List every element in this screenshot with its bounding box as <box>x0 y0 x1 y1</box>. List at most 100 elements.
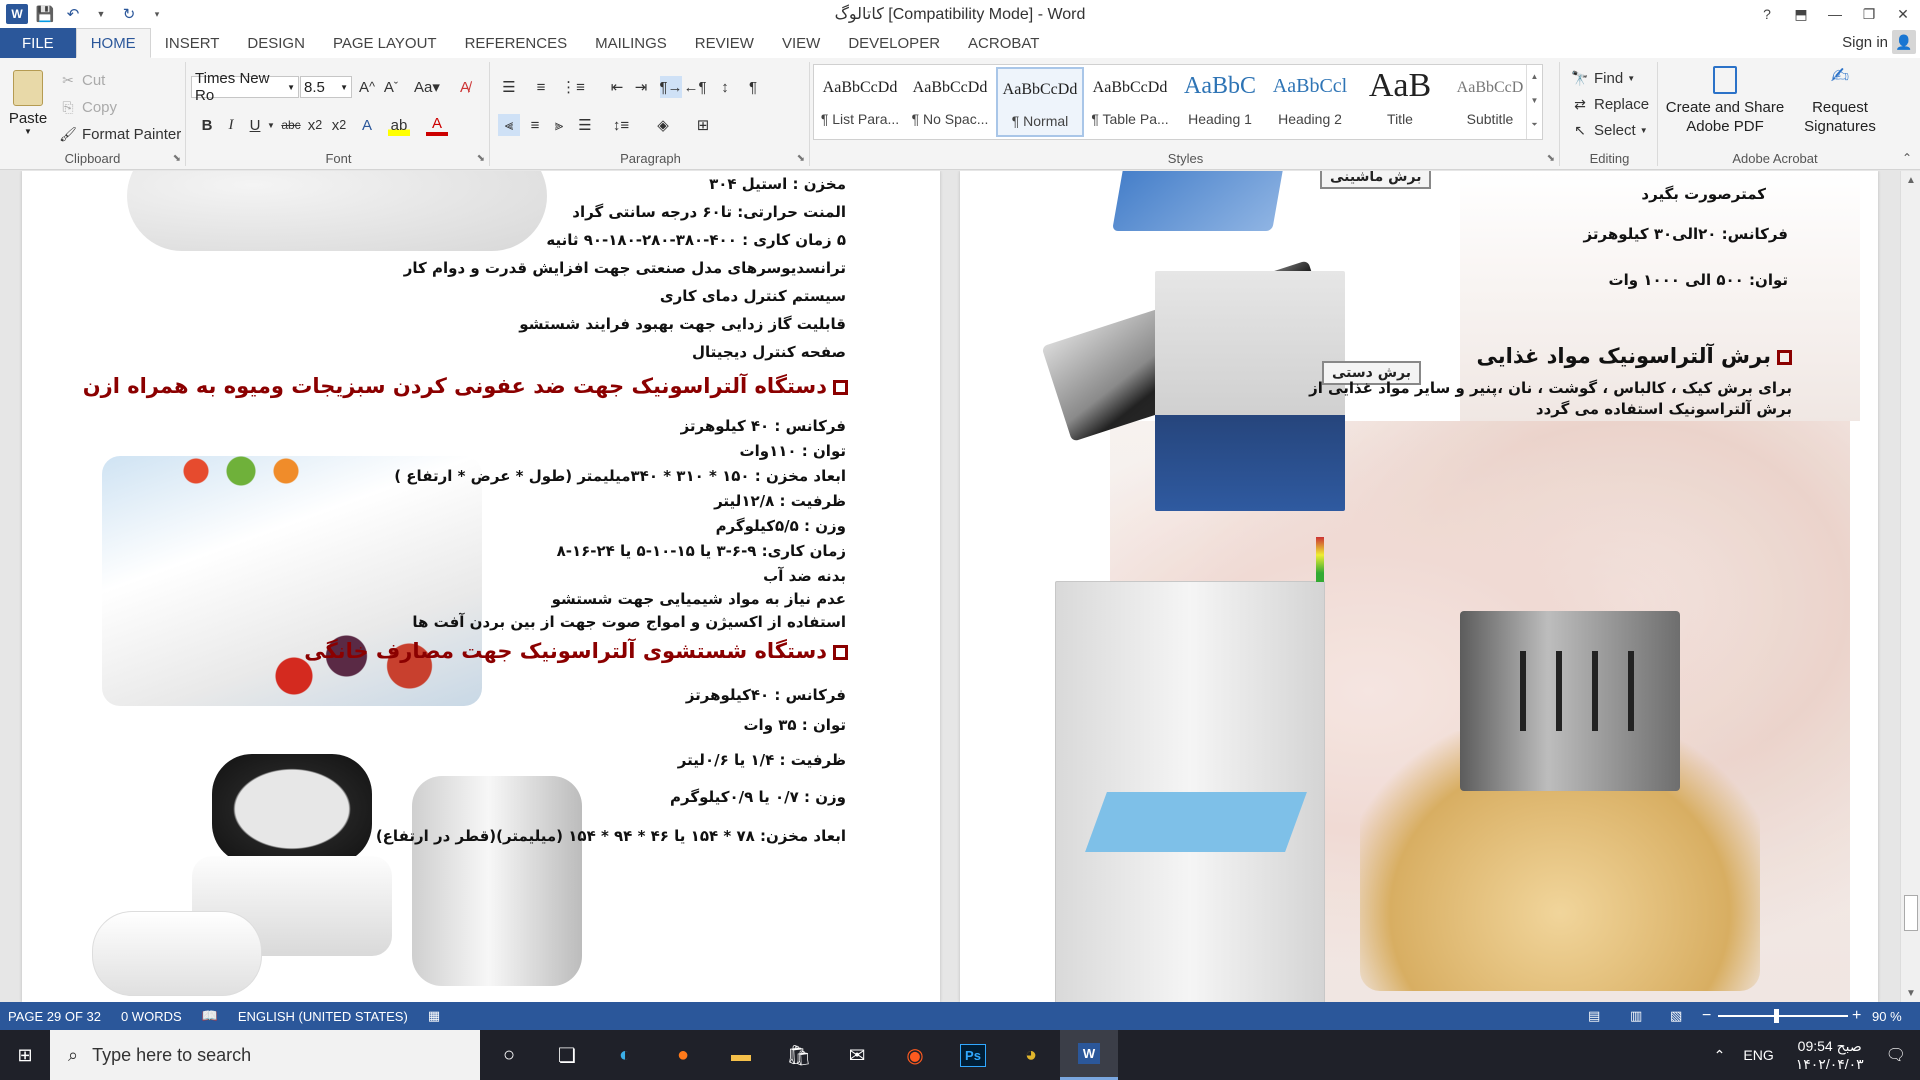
zoom-slider[interactable] <box>1718 1015 1848 1017</box>
tab-references[interactable]: REFERENCES <box>451 28 582 58</box>
style-heading-2[interactable]: AaBbCcl Heading 2 <box>1266 67 1354 137</box>
tab-developer[interactable]: DEVELOPER <box>834 28 954 58</box>
tab-acrobat[interactable]: ACROBAT <box>954 28 1053 58</box>
subscript-icon[interactable]: x2 <box>304 114 326 136</box>
decrease-indent-icon[interactable]: ⇤ <box>606 76 628 98</box>
zoom-level[interactable]: 90 % <box>1872 1009 1902 1024</box>
sort-icon[interactable]: ↕ <box>714 76 736 98</box>
justify-icon[interactable]: ☰ <box>574 114 596 136</box>
align-left-icon[interactable]: ⫷ <box>498 114 520 136</box>
chevron-down-icon[interactable]: ▼ <box>90 3 112 25</box>
minimize-button[interactable]: — <box>1818 0 1852 28</box>
word-app-icon[interactable]: W <box>6 4 28 24</box>
gallery-scroll[interactable]: ▲ ▼ ⏷ <box>1526 65 1542 139</box>
search-box[interactable]: ⌕ Type here to search <box>50 1030 480 1080</box>
avatar[interactable]: 👤 <box>1892 30 1916 54</box>
create-share-pdf-button[interactable]: Create and Share Adobe PDF <box>1662 66 1788 136</box>
save-icon[interactable]: 💾 <box>34 3 56 25</box>
close-button[interactable]: ✕ <box>1886 0 1920 28</box>
style-table-paragraph[interactable]: AaBbCcDd ¶ Table Pa... <box>1086 67 1174 137</box>
language-indicator[interactable]: ENGLISH (UNITED STATES) <box>238 1009 408 1024</box>
restore-button[interactable]: ❐ <box>1852 0 1886 28</box>
tab-file[interactable]: FILE <box>0 28 76 58</box>
collapse-ribbon-icon[interactable]: ⌃ <box>1902 151 1912 165</box>
ltr-direction-icon[interactable]: ¶→ <box>659 76 683 98</box>
zoom-in-icon[interactable]: + <box>1852 1007 1861 1025</box>
zoom-out-icon[interactable]: − <box>1702 1007 1711 1025</box>
show-hidden-icons-icon[interactable]: ⌃ <box>1714 1047 1726 1064</box>
style-no-spacing[interactable]: AaBbCcDd ¶ No Spac... <box>906 67 994 137</box>
help-button[interactable]: ? <box>1750 0 1784 28</box>
style-subtitle[interactable]: AaBbCcD Subtitle <box>1446 67 1534 137</box>
style-list-paragraph[interactable]: AaBbCcDd ¶ List Para... <box>816 67 904 137</box>
web-layout-icon[interactable]: ▧ <box>1670 1008 1682 1024</box>
tab-home[interactable]: HOME <box>75 28 151 58</box>
zoom-thumb[interactable] <box>1774 1009 1779 1023</box>
macro-icon[interactable]: ▦ <box>428 1008 440 1024</box>
page-right[interactable]: برش ماشینی برش دستی کمترصورت بگیرد فرکان… <box>960 171 1878 1002</box>
align-center-icon[interactable]: ≡ <box>524 114 546 136</box>
firefox-icon[interactable]: ● <box>654 1030 712 1080</box>
numbering-icon[interactable]: ≡ <box>530 76 552 98</box>
dialog-launcher-icon[interactable]: ⬊ <box>1547 153 1555 164</box>
notifications-icon[interactable]: 🗨 <box>1886 1045 1906 1065</box>
font-size-input[interactable]: 8.5 ▼ <box>300 76 352 98</box>
word-count[interactable]: 0 WORDS <box>121 1009 182 1024</box>
proofing-icon[interactable]: 📖 <box>202 1008 218 1024</box>
dialog-launcher-icon[interactable]: ⬊ <box>173 153 181 164</box>
line-spacing-icon[interactable]: ↕≡ <box>610 114 632 136</box>
scroll-down-icon[interactable]: ▼ <box>1901 984 1920 1002</box>
italic-icon[interactable]: I <box>220 114 242 136</box>
mail-icon[interactable]: ✉ <box>828 1030 886 1080</box>
find-button[interactable]: 🔭 Find ▼ <box>1570 68 1635 88</box>
tab-review[interactable]: REVIEW <box>681 28 768 58</box>
tab-view[interactable]: VIEW <box>768 28 834 58</box>
input-language[interactable]: ENG <box>1743 1047 1773 1063</box>
word-taskbar-icon[interactable]: W <box>1060 1030 1118 1080</box>
undo-icon[interactable]: ↶ <box>62 3 84 25</box>
windows-start-icon[interactable]: ⊞ <box>0 1030 50 1080</box>
clock[interactable]: 09:54 صبح ۱۴۰۲/۰۴/۰۳ <box>1796 1037 1864 1073</box>
chrome-icon[interactable]: ◕ <box>1002 1030 1060 1080</box>
bullets-icon[interactable]: ☰ <box>498 76 520 98</box>
borders-icon[interactable]: ⊞ <box>692 114 714 136</box>
superscript-icon[interactable]: x2 <box>328 114 350 136</box>
tab-design[interactable]: DESIGN <box>233 28 319 58</box>
page-count[interactable]: PAGE 29 OF 32 <box>8 1009 101 1024</box>
sign-in-link[interactable]: Sign in <box>1842 34 1888 51</box>
style-normal[interactable]: AaBbCcDd ¶ Normal <box>996 67 1084 137</box>
cut-button[interactable]: ✂ Cut <box>58 70 105 90</box>
style-title[interactable]: AaB Title <box>1356 67 1444 137</box>
change-case-icon[interactable]: Aa▾ <box>410 76 444 98</box>
text-effects-icon[interactable]: A <box>356 114 378 136</box>
dialog-launcher-icon[interactable]: ⬊ <box>797 153 805 164</box>
copy-button[interactable]: ⎘ Copy <box>58 97 117 117</box>
format-painter-button[interactable]: 🖌 Format Painter <box>58 124 181 144</box>
tab-insert[interactable]: INSERT <box>151 28 234 58</box>
vertical-scrollbar[interactable]: ▲ ▼ <box>1900 171 1920 1002</box>
request-signatures-button[interactable]: ✍ Request Signatures <box>1796 65 1884 136</box>
chevron-down-icon[interactable]: ▼ <box>260 114 282 136</box>
read-mode-icon[interactable]: ▤ <box>1588 1008 1600 1024</box>
store-icon[interactable]: 🛍 <box>770 1030 828 1080</box>
style-heading-1[interactable]: AaBbC Heading 1 <box>1176 67 1264 137</box>
show-formatting-icon[interactable]: ¶ <box>742 76 764 98</box>
rtl-direction-icon[interactable]: ←¶ <box>683 76 706 98</box>
page-left[interactable]: مخزن : استیل ۳۰۴ المنت حرارتی: تا۶۰ درجه… <box>22 171 940 1002</box>
tab-mailings[interactable]: MAILINGS <box>581 28 681 58</box>
cortana-icon[interactable]: ○ <box>480 1030 538 1080</box>
align-right-icon[interactable]: ⫸ <box>548 114 570 136</box>
shrink-font-icon[interactable]: Aˇ <box>380 76 402 98</box>
scroll-up-icon[interactable]: ▲ <box>1901 171 1920 189</box>
highlight-icon[interactable]: ab <box>388 114 410 136</box>
paste-button[interactable]: Paste ▼ <box>6 64 50 144</box>
print-layout-icon[interactable]: ▥ <box>1630 1008 1642 1024</box>
grow-font-icon[interactable]: A ^ <box>356 76 378 98</box>
edge-icon[interactable]: ◐ <box>596 1030 654 1080</box>
dialog-launcher-icon[interactable]: ⬊ <box>477 153 485 164</box>
strikethrough-icon[interactable]: abc <box>280 114 302 136</box>
shading-icon[interactable]: ◈ <box>652 114 674 136</box>
app-orange-icon[interactable]: ◉ <box>886 1030 944 1080</box>
select-button[interactable]: ↖ Select ▼ <box>1570 120 1648 140</box>
scroll-thumb[interactable] <box>1904 895 1918 931</box>
